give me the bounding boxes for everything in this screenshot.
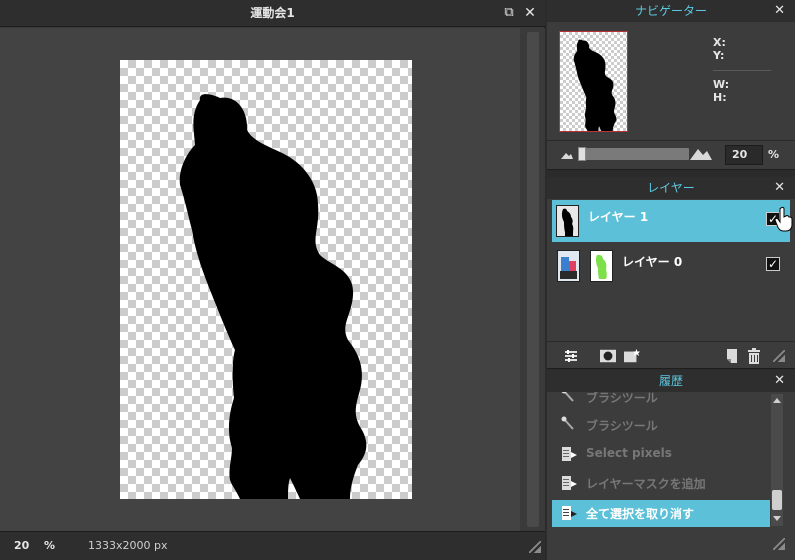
brush-icon: [561, 392, 574, 402]
layer-0-visibility-checkbox[interactable]: ✓: [766, 257, 780, 271]
brush-icon: [561, 416, 574, 430]
hand-cursor-icon: [774, 206, 793, 232]
history-step-icon: [562, 506, 577, 520]
layers-title: レイヤー: [647, 181, 695, 195]
layer-0-mask-shape: [591, 251, 612, 281]
navigator-divider: [713, 70, 771, 71]
navigator-header[interactable]: ナビゲーター ✕: [547, 0, 795, 22]
delete-layer-icon[interactable]: [746, 348, 762, 364]
layer-0-thumbnail[interactable]: [557, 250, 580, 282]
navigator-preview[interactable]: [559, 31, 628, 132]
history-resize-grip-icon[interactable]: [773, 538, 785, 550]
canvas-zoom-unit: %: [44, 539, 56, 552]
layer-0-name[interactable]: レイヤー 0: [622, 253, 682, 270]
navigator-zoom-row: 20 %: [547, 140, 795, 170]
close-window-icon[interactable]: ✕: [522, 5, 538, 21]
navigator-zoom-unit: %: [768, 148, 780, 161]
navigator-close-icon[interactable]: ✕: [774, 2, 785, 20]
history-item[interactable]: レイヤーマスクを追加: [552, 470, 770, 497]
history-title: 履歴: [658, 374, 683, 388]
navigator-title: ナビゲーター: [634, 4, 707, 18]
add-layer-mask-icon[interactable]: [600, 348, 616, 364]
navigator-h-label: H:: [713, 91, 727, 104]
canvas-image[interactable]: [120, 60, 412, 499]
history-step-icon: [562, 476, 577, 490]
new-layer-icon[interactable]: [724, 348, 740, 364]
image-size-label: 1333x2000 px: [88, 539, 168, 552]
zoom-out-mountain-icon[interactable]: [561, 151, 573, 159]
canvas-zoom-value[interactable]: 20: [14, 539, 29, 552]
history-item[interactable]: ブラシツール: [552, 412, 770, 439]
layer-1-thumbnail-silhouette: [557, 206, 578, 236]
canvas-vertical-scrollbar[interactable]: [521, 28, 545, 531]
layer-row-1[interactable]: レイヤー 1 ✓: [552, 200, 793, 242]
navigator-panel: ナビゲーター ✕ X: Y: W: H: 20 %: [547, 0, 795, 170]
layers-resize-grip-icon[interactable]: [773, 350, 785, 362]
history-item-label: 全て選択を取り消す: [586, 507, 695, 521]
history-step-icon: [562, 447, 577, 461]
layers-header[interactable]: レイヤー ✕: [547, 177, 795, 199]
history-header[interactable]: 履歴 ✕: [547, 370, 795, 392]
history-item[interactable]: Select pixels: [552, 441, 770, 468]
silhouette-shape: [179, 94, 367, 499]
zoom-in-mountain-icon[interactable]: [690, 146, 712, 160]
canvas-area[interactable]: [0, 28, 520, 531]
layer-0-mask-thumbnail[interactable]: [590, 250, 613, 282]
history-scroll-down-icon[interactable]: [773, 516, 781, 521]
layer-settings-icon[interactable]: [563, 348, 579, 364]
navigator-zoom-input[interactable]: 20: [725, 145, 763, 165]
navigator-y-label: Y:: [713, 49, 725, 62]
layer-0-thumbnail-photo: [558, 251, 579, 281]
history-item-label: Select pixels: [586, 446, 672, 460]
history-item-label: レイヤーマスクを追加: [586, 477, 706, 491]
layers-panel: レイヤー ✕ レイヤー 1 ✓ レイヤー 0 ✓: [547, 177, 795, 369]
layers-toolbar: [547, 341, 795, 369]
history-list[interactable]: ブラシツール ブラシツール Select pixels レイヤーマスクを追加 全…: [552, 392, 770, 532]
history-item[interactable]: ブラシツール: [552, 392, 770, 411]
history-close-icon[interactable]: ✕: [774, 372, 785, 390]
layer-1-name[interactable]: レイヤー 1: [588, 208, 648, 225]
layer-row-0[interactable]: レイヤー 0 ✓: [552, 245, 790, 287]
history-panel: 履歴 ✕ ブラシツール ブラシツール Select pixels レイヤーマスク…: [547, 370, 795, 560]
document-statusbar: 20 % 1333x2000 px: [0, 531, 545, 560]
maximize-window-icon[interactable]: ⧉: [501, 5, 517, 21]
navigator-silhouette: [573, 39, 617, 131]
document-resize-grip-icon[interactable]: [529, 541, 541, 553]
history-item-label: ブラシツール: [586, 392, 658, 405]
history-scrollbar[interactable]: [771, 394, 783, 526]
navigator-w-label: W:: [713, 78, 730, 91]
history-scroll-thumb[interactable]: [772, 490, 782, 510]
document-title: 運動会1: [250, 6, 295, 20]
document-window: 運動会1 ⧉ ✕ 20 % 1333x2000 px: [0, 0, 545, 560]
document-titlebar[interactable]: 運動会1 ⧉ ✕: [0, 0, 545, 27]
navigator-zoom-slider-thumb[interactable]: [578, 147, 586, 161]
layers-close-icon[interactable]: ✕: [774, 179, 785, 197]
history-scroll-up-icon[interactable]: [773, 398, 781, 403]
history-item-label: ブラシツール: [586, 419, 658, 433]
canvas-scroll-track[interactable]: [527, 32, 539, 527]
layer-effects-icon[interactable]: [624, 348, 640, 364]
navigator-x-label: X:: [713, 36, 726, 49]
history-item-active[interactable]: 全て選択を取り消す: [552, 500, 770, 527]
navigator-zoom-slider[interactable]: [578, 147, 689, 161]
layer-1-thumbnail[interactable]: [556, 205, 579, 237]
